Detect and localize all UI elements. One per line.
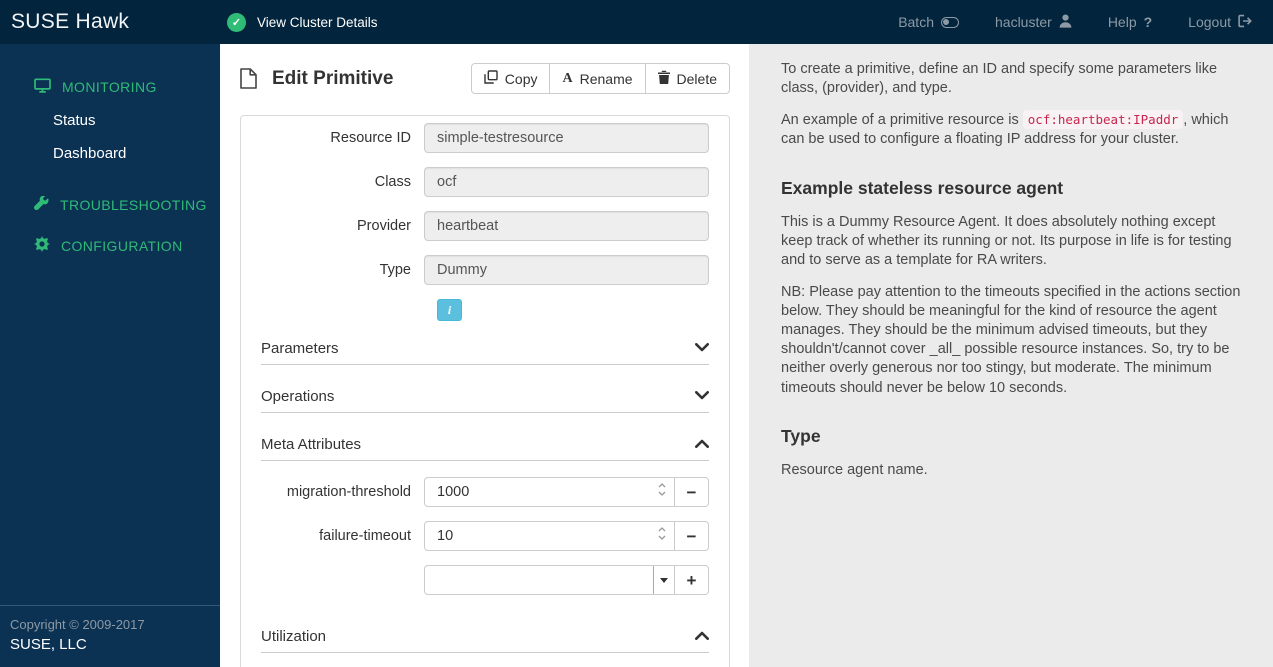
copyright-text: Copyright © 2009-2017: [10, 617, 145, 632]
new-attribute-select[interactable]: [424, 565, 675, 595]
copy-button[interactable]: Copy: [470, 63, 551, 94]
sidebar-item-label: MONITORING: [62, 79, 157, 95]
failure-timeout-input[interactable]: [424, 521, 675, 551]
batch-label: Batch: [898, 14, 934, 30]
info-button[interactable]: i: [437, 299, 462, 321]
document-icon: [240, 68, 257, 89]
logout-icon: [1238, 14, 1253, 31]
batch-toggle-icon: [941, 16, 959, 28]
check-circle-icon: ✓: [227, 12, 246, 32]
page-title: Edit Primitive: [272, 67, 394, 89]
resource-id-field: [424, 123, 709, 153]
top-bar: SUSE Hawk ✓ View Cluster Details Batch h…: [0, 0, 1273, 44]
monitor-icon: [34, 78, 51, 96]
font-icon: A: [562, 70, 573, 86]
provider-label: Provider: [357, 218, 411, 234]
provider-field: [424, 211, 709, 241]
cluster-status-link[interactable]: ✓ View Cluster Details: [227, 12, 378, 32]
sidebar-footer: Copyright © 2009-2017 SUSE, LLC: [0, 605, 220, 667]
copy-icon: [484, 70, 498, 87]
help-intro: To create a primitive, define an ID and …: [781, 61, 1218, 97]
resource-toolbar: Copy A Rename Delete: [470, 63, 730, 94]
question-mark-icon: ?: [1143, 14, 1153, 30]
type-field: [424, 255, 709, 285]
agent-heading: Example stateless resource agent: [781, 177, 1064, 198]
app-logo: SUSE Hawk: [11, 10, 130, 33]
number-stepper-icon[interactable]: [658, 527, 666, 540]
remove-attribute-button[interactable]: −: [674, 521, 709, 551]
user-icon: [1059, 14, 1072, 31]
section-operations[interactable]: Operations: [261, 381, 709, 413]
sidebar-item-label: TROUBLESHOOTING: [60, 197, 207, 213]
sidebar-item-monitoring[interactable]: MONITORING: [0, 70, 220, 104]
add-attribute-button[interactable]: +: [674, 565, 709, 595]
batch-menu[interactable]: Batch: [898, 14, 959, 30]
cluster-status-label: View Cluster Details: [257, 14, 378, 30]
dropdown-caret-icon[interactable]: [653, 566, 674, 594]
company-name: SUSE, LLC: [10, 636, 87, 653]
main-content: Edit Primitive Copy A Rename Delete Reso…: [220, 44, 749, 667]
sidebar-item-dashboard[interactable]: Dashboard: [0, 137, 220, 170]
section-meta-attributes[interactable]: Meta Attributes: [261, 429, 709, 461]
logout-link[interactable]: Logout: [1188, 14, 1253, 31]
trash-icon: [657, 70, 670, 87]
help-label: Help: [1107, 14, 1137, 30]
logout-label: Logout: [1188, 14, 1231, 30]
sidebar-item-label: CONFIGURATION: [61, 237, 183, 254]
sidebar-item-troubleshooting[interactable]: TROUBLESHOOTING: [0, 188, 220, 222]
chevron-up-icon: [695, 627, 709, 645]
type-description: Resource agent name.: [781, 461, 928, 478]
type-heading: Type: [781, 425, 821, 446]
sidebar-item-status[interactable]: Status: [0, 104, 220, 137]
sidebar-item-configuration[interactable]: CONFIGURATION: [0, 228, 220, 263]
chevron-down-icon: [695, 339, 709, 357]
remove-attribute-button[interactable]: −: [674, 477, 709, 507]
wrench-icon: [34, 195, 49, 214]
failure-timeout-label: failure-timeout: [319, 528, 411, 544]
chevron-up-icon: [695, 435, 709, 453]
help-menu[interactable]: Help ?: [1108, 14, 1152, 30]
section-parameters[interactable]: Parameters: [261, 333, 709, 365]
type-label: Type: [379, 262, 411, 278]
rename-button[interactable]: A Rename: [549, 63, 646, 94]
number-stepper-icon[interactable]: [658, 483, 666, 496]
sidebar: MONITORING Status Dashboard TROUBLESHOOT…: [0, 44, 220, 667]
gear-icon: [34, 236, 50, 255]
user-label: hacluster: [995, 14, 1052, 30]
chevron-down-icon: [695, 387, 709, 405]
delete-button[interactable]: Delete: [644, 63, 730, 94]
help-example: An example of a primitive resource is oc…: [781, 110, 1229, 148]
resource-id-label: Resource ID: [330, 130, 411, 146]
edit-primitive-form: Resource ID Class Provider Type i: [240, 115, 730, 667]
help-panel: To create a primitive, define an ID and …: [749, 44, 1273, 667]
agent-note: NB: Please pay attention to the timeouts…: [781, 283, 1241, 396]
agent-description: This is a Dummy Resource Agent. It does …: [781, 213, 1232, 268]
code-snippet: ocf:heartbeat:IPaddr: [1022, 110, 1184, 130]
user-menu[interactable]: hacluster: [995, 14, 1072, 31]
section-utilization[interactable]: Utilization: [261, 621, 709, 653]
migration-threshold-input[interactable]: [424, 477, 675, 507]
migration-threshold-label: migration-threshold: [286, 484, 411, 500]
class-label: Class: [374, 174, 411, 190]
class-field: [424, 167, 709, 197]
